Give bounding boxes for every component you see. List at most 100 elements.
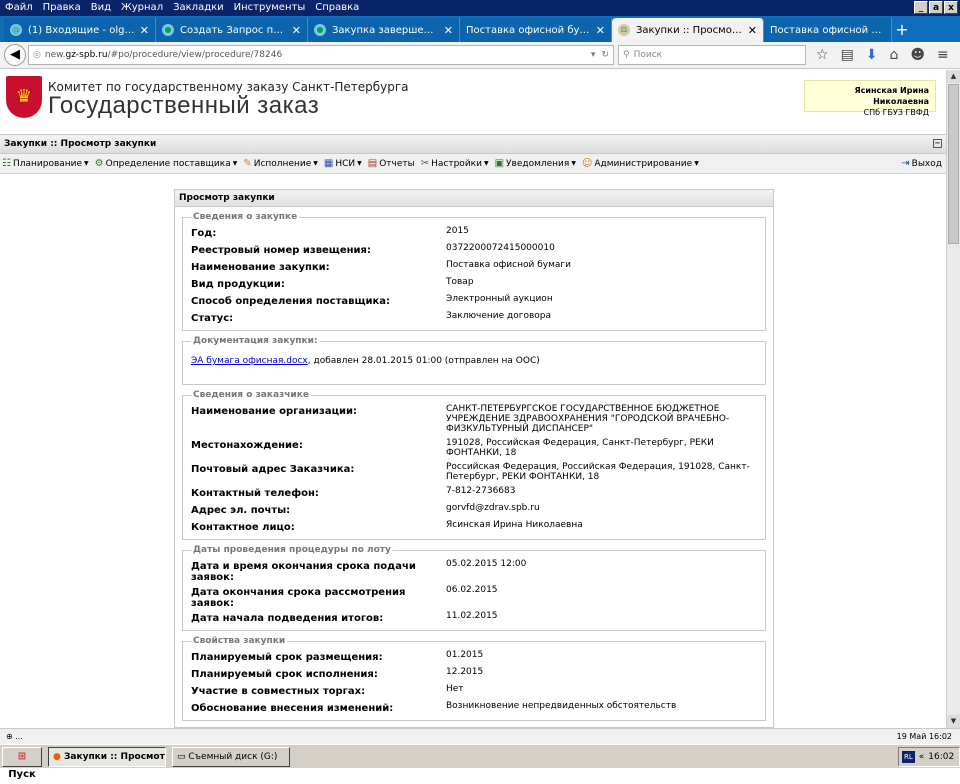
info-row: Контактный телефон: 7-812-2736683 (191, 486, 516, 499)
site-header: ♛ Комитет по государственному заказу Сан… (0, 70, 946, 134)
section-customer-info: Сведения о заказчике Наименование органи… (182, 390, 766, 540)
menu-tools[interactable]: Инструменты (229, 0, 311, 16)
taskbar-item-browser[interactable]: ● Закупки :: Просмотр ... (48, 746, 166, 767)
menu-icon[interactable]: ≡ (937, 47, 949, 63)
panel-title: Просмотр закупки (175, 190, 773, 207)
close-tab-icon[interactable]: ✕ (596, 24, 605, 37)
menu-view[interactable]: Вид (86, 0, 116, 16)
user-icon: ☺ (581, 158, 593, 169)
grid-icon: ▦ (323, 158, 334, 169)
search-icon: ⚲ (623, 50, 630, 60)
language-indicator[interactable]: RL (902, 750, 915, 763)
minimize-button[interactable]: _ (914, 1, 928, 14)
info-row: Планируемый срок размещения: 01.2015 (191, 650, 484, 663)
url-bar[interactable]: ◎ new. gz-spb.ru/#po/procedure/view/proce… (28, 45, 614, 65)
close-tab-icon[interactable]: ✕ (444, 24, 453, 37)
info-row: Адрес эл. почты: gorvfd@zdrav.spb.ru (191, 503, 540, 516)
reading-list-icon[interactable]: ▤ (841, 47, 854, 63)
os-taskbar: ⊞ Пуск ● Закупки :: Просмотр ... ▭ Съемн… (0, 744, 960, 780)
bookmark-star-icon[interactable]: ☆ (816, 47, 829, 63)
browser-statusbar: ⊕ ... 19 Май 16:02 (0, 728, 960, 744)
tab-closed-procurement[interactable]: ●Закупка завершена, а нах...✕ (308, 18, 460, 42)
window-controls: _ a x (914, 1, 958, 14)
info-row: Способ определения поставщика: Электронны… (191, 294, 553, 307)
document-link[interactable]: ЭА бумага офисная.docx (191, 356, 308, 366)
chat-icon[interactable]: ☻ (910, 47, 925, 63)
drive-icon: ▭ (177, 751, 186, 762)
execution-icon: ✎ (243, 158, 252, 169)
gavel-icon: ⚖ (618, 24, 630, 36)
restore-button[interactable]: a (929, 1, 943, 14)
collapse-icon[interactable]: − (933, 139, 942, 148)
windows-logo-icon: ⊞ (17, 750, 27, 762)
back-button[interactable]: ◀ (4, 44, 26, 66)
menu-help[interactable]: Справка (310, 0, 364, 16)
site-title: Государственный заказ (48, 92, 320, 119)
user-name: Ясинская Ирина Николаевна (854, 86, 929, 106)
close-tab-icon[interactable]: ✕ (292, 24, 301, 37)
scroll-thumb[interactable] (948, 84, 959, 244)
tab-procurement-view[interactable]: ⚖Закупки :: Просмотр заку...✕ (612, 18, 764, 42)
info-row: Местонахождение: 191028, Российская Федер… (191, 438, 714, 458)
search-input[interactable]: ⚲ Поиск (618, 45, 806, 65)
tab-paper-supply-2[interactable]: Поставка офисной бумаги (764, 18, 892, 42)
globe-icon: ● (314, 24, 326, 36)
toolbar-reports[interactable]: ▤ Отчеты (368, 158, 415, 169)
tab-paper-supply[interactable]: Поставка офисной бумаги ✕ (460, 18, 612, 42)
page-bar: Закупки :: Просмотр закупки − (0, 134, 946, 154)
info-row: Наименование закупки: Поставка офисной бу… (191, 260, 571, 273)
info-row: Год: 2015 (191, 226, 469, 239)
menu-bookmarks[interactable]: Закладки (168, 0, 229, 16)
status-text: ⊕ ... (6, 732, 23, 741)
scroll-up-icon[interactable]: ▲ (947, 70, 960, 83)
mail-icon: @ (10, 24, 22, 36)
toolbar-admin[interactable]: ☺ Администрирование ▼ (582, 158, 699, 169)
section-lot-dates: Даты проведения процедуры по лоту Дата и… (182, 545, 766, 631)
chevron-down-icon: ▼ (483, 160, 489, 167)
toolbar-supplier[interactable]: ⚙ Определение поставщика ▼ (95, 158, 238, 169)
chevron-down-icon: ▼ (232, 160, 238, 167)
taskbar-item-drive[interactable]: ▭ Съемный диск (G:) (172, 746, 290, 767)
page-scrollbar[interactable]: ▲ ▼ (946, 70, 960, 728)
tray-expand-icon[interactable]: « (919, 748, 925, 766)
close-tab-icon[interactable]: ✕ (748, 24, 757, 37)
close-window-button[interactable]: x (944, 1, 958, 14)
logout-button[interactable]: ⇥ Выход (901, 158, 942, 169)
menu-file[interactable]: Файл (0, 0, 38, 16)
firefox-icon: ● (53, 751, 61, 762)
toolbar-planning[interactable]: ☷ Планирование ▼ (2, 158, 89, 169)
toolbar-execution[interactable]: ✎ Исполнение ▼ (243, 158, 318, 169)
clock: 16:02 (928, 751, 955, 762)
supplier-icon: ⚙ (94, 158, 104, 169)
close-tab-icon[interactable]: ✕ (140, 24, 149, 37)
info-row: Дата начала подведения итогов: 11.02.2015 (191, 611, 498, 624)
reload-icon[interactable]: ↻ (601, 50, 609, 60)
section-documentation: Документация закупки: ЭА бумага офисная.… (182, 336, 766, 385)
toolbar-nsi[interactable]: ▦ НСИ ▼ (324, 158, 362, 169)
globe-icon: ◎ (33, 50, 41, 60)
app-toolbar: ☷ Планирование ▼ ⚙ Определение поставщика ▼ … (0, 154, 946, 174)
user-org: СПб ГБУЗ ГВФД (863, 108, 930, 117)
planning-icon: ☷ (2, 158, 11, 169)
new-tab-button[interactable]: + (892, 18, 912, 42)
chevron-down-icon: ▼ (357, 160, 362, 167)
section-procurement-properties: Свойства закупки Планируемый срок размещ… (182, 636, 766, 721)
menu-history[interactable]: Журнал (116, 0, 168, 16)
tab-mail[interactable]: @(1) Входящие - olg1012@m...✕ (4, 18, 156, 42)
toolbar-notifications[interactable]: ▣ Уведомления ▼ (495, 158, 576, 169)
dropdown-icon[interactable]: ▾ (591, 50, 596, 60)
info-row: Реестровый номер извещения: 0372200072415… (191, 243, 555, 256)
system-tray: RL « 16:02 (898, 746, 960, 767)
globe-icon: ● (162, 24, 174, 36)
menu-edit[interactable]: Правка (38, 0, 86, 16)
home-icon[interactable]: ⌂ (890, 47, 899, 63)
nav-bar: ◀ ◎ new. gz-spb.ru/#po/procedure/view/pro… (0, 42, 960, 69)
chevron-down-icon: ▼ (694, 160, 699, 167)
section-procurement-info: Сведения о закупке Год: 2015 Реестровый н… (182, 212, 766, 331)
start-button[interactable]: ⊞ Пуск (2, 746, 42, 780)
download-icon[interactable]: ⬇ (866, 47, 878, 63)
toolbar-settings[interactable]: ✂ Настройки ▼ (421, 158, 489, 169)
tab-support[interactable]: ●Создать Запрос поддерж...✕ (156, 18, 308, 42)
wrench-icon: ✂ (420, 158, 430, 169)
scroll-down-icon[interactable]: ▼ (947, 715, 960, 728)
